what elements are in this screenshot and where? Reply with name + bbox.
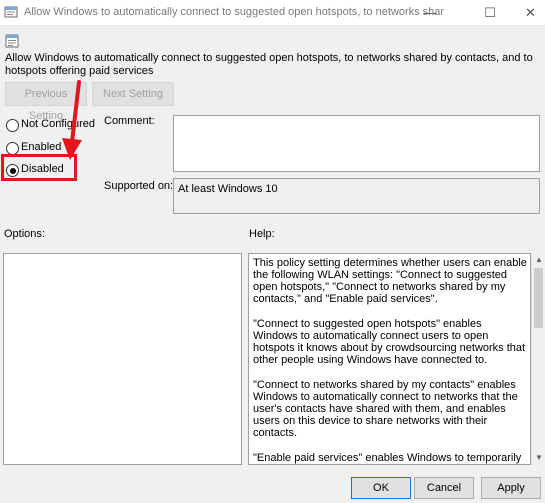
help-label: Help: bbox=[249, 228, 275, 240]
help-paragraph: This policy setting determines whether u… bbox=[253, 257, 527, 305]
options-label: Options: bbox=[4, 228, 45, 240]
policy-description: Allow Windows to automatically connect t… bbox=[5, 52, 533, 77]
ok-button[interactable]: OK bbox=[351, 477, 411, 499]
scroll-down-arrow-icon[interactable]: ▼ bbox=[532, 451, 545, 465]
help-text: This policy setting determines whether u… bbox=[253, 257, 529, 464]
comment-textarea[interactable] bbox=[173, 115, 540, 172]
help-panel: This policy setting determines whether u… bbox=[248, 253, 531, 465]
policy-settings-icon bbox=[4, 6, 18, 18]
options-panel bbox=[3, 253, 242, 465]
title-bar: Allow Windows to automatically connect t… bbox=[0, 0, 545, 26]
radio-label: Enabled bbox=[21, 141, 62, 153]
maximize-button[interactable]: ☐ bbox=[467, 0, 513, 25]
minimize-button[interactable]: — bbox=[407, 0, 453, 25]
cancel-button[interactable]: Cancel bbox=[414, 477, 474, 499]
scroll-up-arrow-icon[interactable]: ▲ bbox=[532, 253, 545, 267]
help-paragraph: "Connect to suggested open hotspots" ena… bbox=[253, 318, 526, 366]
supported-on-field: At least Windows 10 bbox=[173, 178, 540, 214]
next-setting-button[interactable]: Next Setting bbox=[92, 82, 174, 106]
close-button[interactable]: ✕ bbox=[516, 0, 545, 25]
policy-setting-icon bbox=[5, 34, 19, 48]
window-title: Allow Windows to automatically connect t… bbox=[24, 6, 444, 18]
help-paragraph: "Connect to networks shared by my contac… bbox=[253, 379, 518, 439]
apply-button[interactable]: Apply bbox=[481, 477, 541, 499]
supported-on-label: Supported on: bbox=[104, 180, 174, 192]
comment-label: Comment: bbox=[104, 115, 155, 127]
radio-button[interactable] bbox=[6, 119, 19, 132]
scrollbar-thumb[interactable] bbox=[534, 268, 543, 328]
red-arrow-icon bbox=[62, 80, 82, 160]
help-paragraph: "Enable paid services" enables Windows t… bbox=[253, 452, 522, 464]
help-scrollbar[interactable]: ▲ ▼ bbox=[531, 253, 545, 465]
